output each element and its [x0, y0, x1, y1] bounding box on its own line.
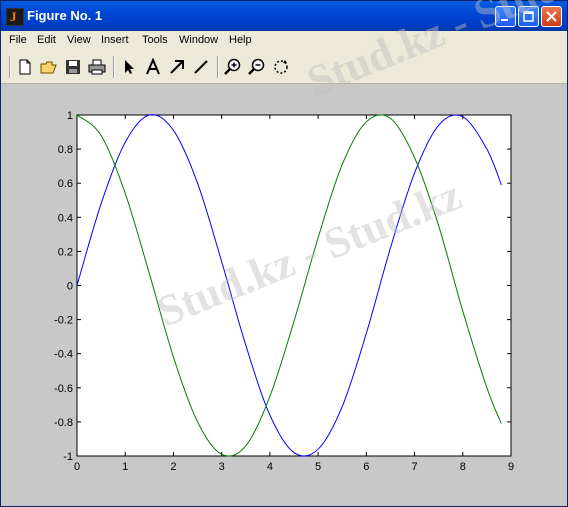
y-tick-label: -0.6	[54, 383, 73, 395]
insert-line-button[interactable]	[192, 58, 210, 76]
x-tick-label: 7	[411, 461, 417, 473]
minimize-button[interactable]	[495, 6, 516, 27]
open-button[interactable]	[40, 58, 58, 76]
y-tick-label: 0	[67, 281, 73, 293]
y-tick-label: -0.4	[54, 349, 73, 361]
axes-area[interactable]	[76, 114, 512, 457]
y-tick-label: 1	[67, 110, 73, 122]
zoom-out-button[interactable]	[248, 58, 266, 76]
y-tick-label: 0.8	[58, 144, 73, 156]
insert-text-icon	[146, 57, 160, 75]
zoom-out-icon	[248, 58, 265, 75]
print-button[interactable]	[88, 58, 106, 76]
x-tick-label: 5	[315, 461, 321, 473]
title-bar[interactable]: J Figure No. 1	[1, 1, 567, 31]
rotate-3d-button[interactable]	[272, 58, 290, 76]
x-tick-label: 9	[508, 461, 514, 473]
maximize-button[interactable]	[518, 6, 539, 27]
menu-help[interactable]: Help	[229, 34, 252, 46]
insert-arrow-icon	[170, 60, 184, 74]
new-figure-icon	[19, 59, 31, 75]
y-tick-label: -1	[63, 451, 73, 463]
app-icon-glyph: J	[10, 9, 17, 24]
y-tick-label: 0.6	[58, 178, 73, 190]
menu-view[interactable]: View	[67, 34, 91, 46]
x-tick-label: 4	[267, 461, 273, 473]
insert-arrow-button[interactable]	[168, 58, 186, 76]
y-tick-label: 0.4	[58, 212, 73, 224]
new-figure-button[interactable]	[16, 58, 34, 76]
line-plot[interactable]: 0 1 2 3 4 5 6 7 8 9 1 0.8 0.6 0.4 0.2 0 -0.2 -0.4 -0.6 -0.8…	[1, 84, 567, 506]
print-icon	[88, 59, 106, 75]
menu-insert[interactable]: Insert	[101, 34, 129, 46]
minimize-icon	[501, 19, 508, 21]
x-tick-label: 0	[74, 461, 80, 473]
y-tick-label: 0.2	[58, 246, 73, 258]
toolbar-separator-2	[217, 56, 219, 78]
toolbar-grip	[9, 56, 11, 78]
x-tick-label: 8	[460, 461, 466, 473]
window-title: Figure No. 1	[27, 8, 103, 23]
open-folder-icon	[40, 61, 57, 74]
maximize-icon	[523, 11, 534, 22]
x-tick-label: 3	[219, 461, 225, 473]
menu-file[interactable]: File	[9, 34, 27, 46]
zoom-in-icon	[224, 58, 241, 75]
close-icon	[546, 11, 557, 22]
x-tick-label: 1	[122, 461, 128, 473]
insert-line-icon	[194, 60, 208, 74]
menu-window[interactable]: Window	[179, 34, 218, 46]
menu-bar: File Edit View Insert Tools Window Help	[1, 31, 567, 51]
select-arrow-icon	[125, 60, 134, 74]
figure-canvas[interactable]: 0 1 2 3 4 5 6 7 8 9 1 0.8 0.6 0.4 0.2 0 -0.2 -0.4 -0.6 -0.8…	[1, 84, 567, 506]
x-tick-label: 2	[170, 461, 176, 473]
y-tick-label: -0.2	[54, 315, 73, 327]
matlab-app-icon[interactable]: J	[6, 8, 24, 26]
select-button[interactable]	[120, 58, 138, 76]
x-tick-label: 6	[363, 461, 369, 473]
save-button[interactable]	[64, 58, 82, 76]
figure-toolbar	[1, 51, 567, 84]
rotate-3d-icon	[274, 60, 288, 74]
toolbar-separator-1	[113, 56, 115, 78]
figure-window: J Figure No. 1 File Edit View Insert Too…	[0, 0, 568, 507]
menu-tools[interactable]: Tools	[142, 34, 168, 46]
insert-text-button[interactable]	[144, 57, 162, 76]
close-button[interactable]	[541, 6, 562, 27]
y-tick-label: -0.8	[54, 417, 73, 429]
zoom-in-button[interactable]	[224, 58, 242, 76]
menu-edit[interactable]: Edit	[37, 34, 56, 46]
save-icon	[66, 60, 80, 74]
